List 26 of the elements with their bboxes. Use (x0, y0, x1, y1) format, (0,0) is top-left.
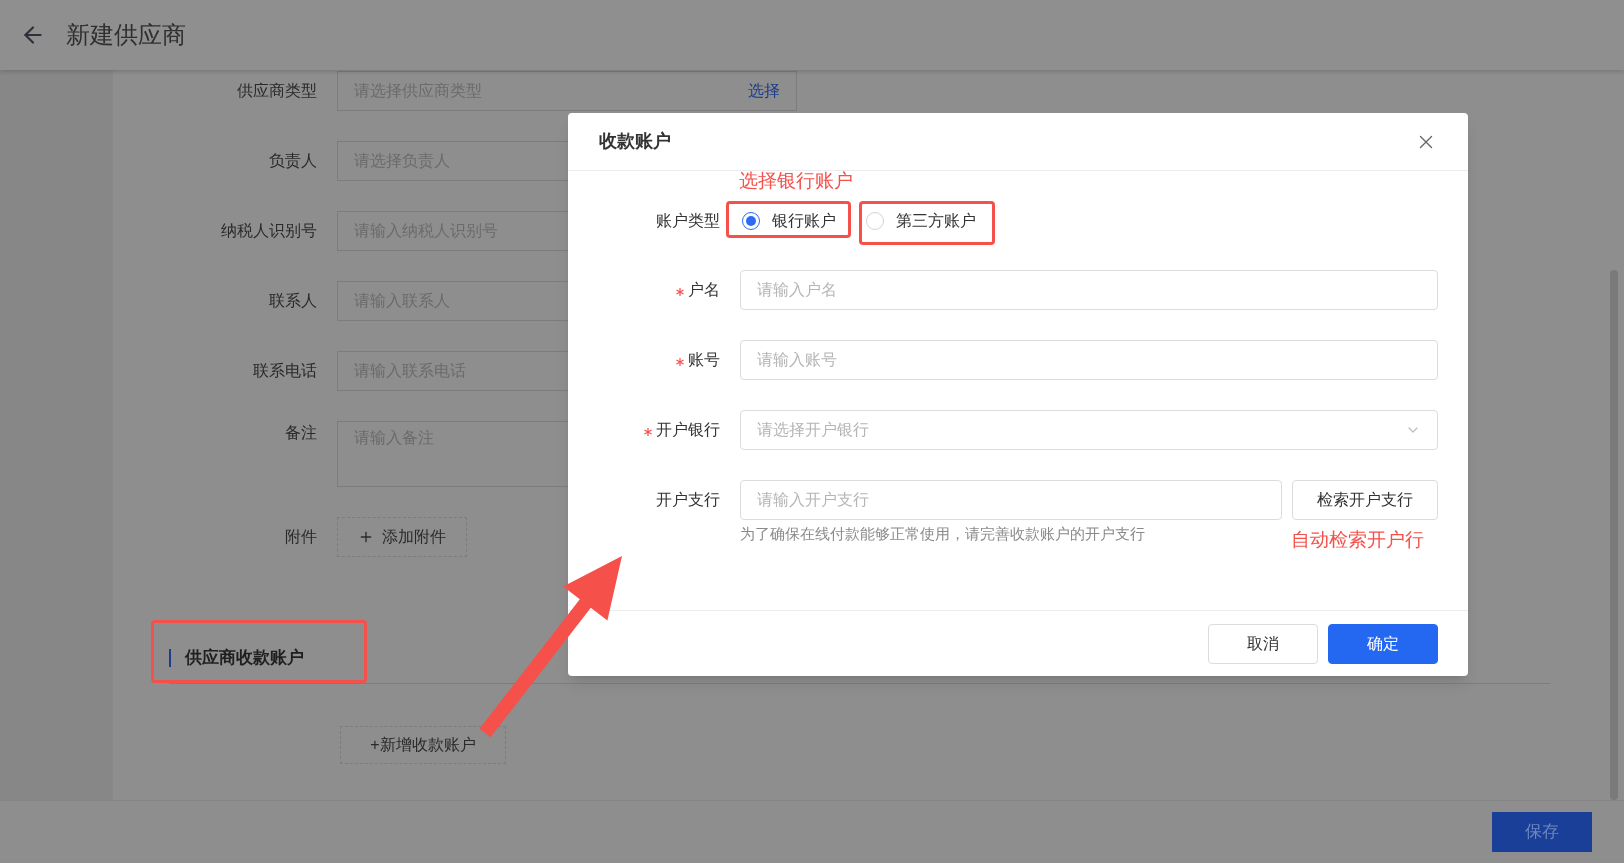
field-label: 户名 (688, 280, 720, 300)
annotation-text: 自动检索开户行 (1291, 528, 1424, 552)
field-label: 联系人 (268, 291, 318, 311)
field-label: 供应商类型 (236, 81, 318, 101)
field-label: 备注 (284, 423, 318, 443)
field-label: 账号 (688, 350, 720, 370)
radio-option[interactable]: 第三方账户 (866, 209, 976, 233)
add-attachment-button[interactable]: 添加附件 (337, 517, 467, 557)
plus-icon (358, 529, 374, 545)
hint-text: 为了确保在线付款能够正常使用，请完善收款账户的开户支行 (740, 524, 1145, 544)
field-label: 纳税人识别号 (220, 221, 318, 241)
field-label: 开户支行 (656, 490, 720, 510)
search-branch-button[interactable]: 检索开户支行 (1292, 480, 1438, 520)
cancel-button[interactable]: 取消 (1208, 623, 1318, 664)
field-label: 联系电话 (252, 361, 318, 381)
radio-option[interactable]: 银行账户 (742, 209, 836, 233)
select-link[interactable]: 选择 (748, 79, 780, 103)
page-title: 新建供应商 (66, 20, 186, 50)
field-label: 开户银行 (656, 420, 720, 440)
annotation-text: 选择银行账户 (739, 169, 853, 193)
save-button[interactable]: 保存 (1492, 812, 1592, 852)
section-title: 供应商收款账户 (185, 647, 304, 669)
field-label: 账户类型 (656, 211, 720, 231)
field-label: 负责人 (268, 151, 318, 171)
confirm-button[interactable]: 确定 (1328, 623, 1438, 664)
field-label: 附件 (284, 527, 318, 547)
